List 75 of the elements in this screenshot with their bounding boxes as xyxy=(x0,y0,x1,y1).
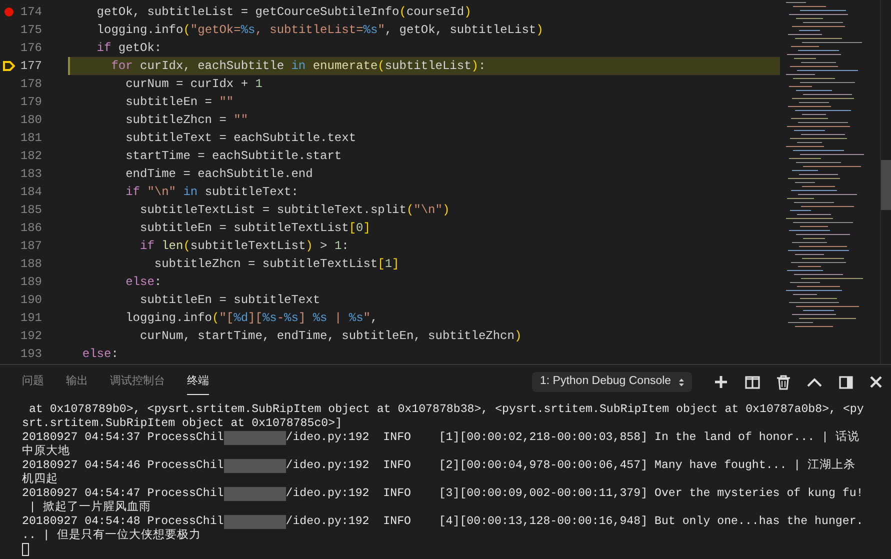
debug-pointer-icon xyxy=(3,61,15,71)
code-line: startTime = eachSubtitle.start xyxy=(126,148,342,164)
code-line: else: xyxy=(82,346,118,362)
log-line: 20180927 04:54:48 ProcessChil xyxy=(22,515,224,528)
terminal-output: .. | 但是只有一位大侠想要极力 xyxy=(22,529,201,543)
code-line: curNum = curIdx + 1 xyxy=(126,76,262,92)
redacted-block xyxy=(224,487,286,501)
line-number: 187 xyxy=(19,238,42,254)
line-number: 175 xyxy=(19,22,42,38)
code-line: subtitleTextList = subtitleText.split("\n") xyxy=(140,202,450,218)
terminal-output: srt.srtitem.SubRipItem object at 0x1078785c0>] xyxy=(22,417,342,431)
log-line: 20180927 04:54:37 ProcessChil xyxy=(22,431,224,444)
code-line: if len(subtitleTextList) > 1: xyxy=(140,238,349,254)
log-line: /ideo.py:192 INFO [2][00:00:04,978-00:00:06,457] Many have fought... | 江湖上杀 xyxy=(286,459,856,473)
close-icon[interactable] xyxy=(870,376,882,388)
line-number: 192 xyxy=(19,328,42,344)
line-number: 183 xyxy=(19,166,42,182)
line-number: 186 xyxy=(19,220,42,236)
terminal-output: 机四起 xyxy=(22,473,58,487)
line-number: 181 xyxy=(19,130,42,146)
code-line: curNum, startTime, endTime, subtitleEn, subtitleZhcn) xyxy=(140,328,522,344)
line-number: 176 xyxy=(19,40,42,56)
redacted-block xyxy=(224,459,286,473)
trash-icon[interactable] xyxy=(777,374,790,390)
terminal-output: | 掀起了一片腥风血雨 xyxy=(28,501,151,515)
code-line: getOk, subtitleList = getCourceSubtileInfo(courseId) xyxy=(96,4,472,20)
updown-caret-icon xyxy=(679,376,684,388)
code-line: logging.info("[%d][%s-%s] %s | %s", xyxy=(126,310,378,326)
line-number: 182 xyxy=(19,148,42,164)
chevron-up-icon[interactable] xyxy=(807,378,822,386)
code-line: else: xyxy=(126,274,162,290)
log-line: /ideo.py:192 INFO [3][00:00:09,002-00:00:11,379] Over the mysteries of kung fu! xyxy=(286,487,864,501)
log-line: 20180927 04:54:47 ProcessChil xyxy=(22,487,224,500)
terminal-output: at 0x1078789b0>, <pysrt.srtitem.SubRipItem object at 0x107878b38>, <pysrt.srtitem.SubRipItem object at 0x10787a0b8>, <py xyxy=(28,403,864,417)
code-line: subtitleEn = subtitleText xyxy=(140,292,320,308)
code-line: logging.info("getOk=%s, subtitleList=%s", getOk, subtitleList) xyxy=(96,22,544,38)
line-number: 191 xyxy=(19,310,42,326)
panel-tab[interactable]: 输出 xyxy=(66,369,88,395)
line-number: 174 xyxy=(19,4,42,20)
code-line: subtitleZhcn = subtitleTextList[1] xyxy=(154,256,400,272)
plus-icon[interactable] xyxy=(714,375,728,389)
line-number: 193 xyxy=(19,346,42,362)
log-line: /ideo.py:192 INFO [1][00:00:02,218-00:00:03,858] In the land of honor... | 话说 xyxy=(286,431,860,445)
line-number: 184 xyxy=(19,184,42,200)
code-line: subtitleText = eachSubtitle.text xyxy=(126,130,356,146)
line-number: 180 xyxy=(19,112,42,128)
panel-layout-icon[interactable] xyxy=(839,376,853,388)
scrollbar[interactable] xyxy=(880,0,891,364)
line-number: 178 xyxy=(19,76,42,92)
scrollbar-thumb[interactable] xyxy=(881,160,891,210)
breakpoint-icon[interactable] xyxy=(4,7,14,17)
line-number: 190 xyxy=(19,292,42,308)
panel-tab[interactable]: 终端 xyxy=(187,369,209,395)
line-number: 189 xyxy=(19,274,42,290)
terminal-select[interactable]: 1: Python Debug Console xyxy=(532,372,692,392)
split-icon[interactable] xyxy=(745,376,760,388)
terminal-output: 中原大地 xyxy=(22,445,70,459)
code-line: endTime = eachSubtitle.end xyxy=(126,166,313,182)
log-line: /ideo.py:192 INFO [4][00:00:13,128-00:00:16,948] But only one...has the hunger. xyxy=(286,515,864,529)
redacted-block xyxy=(224,431,286,445)
code-line: subtitleEn = subtitleTextList[0] xyxy=(140,220,370,236)
line-number: 185 xyxy=(19,202,42,218)
terminal-cursor xyxy=(22,543,29,556)
code-line: for curIdx, eachSubtitle in enumerate(subtitleList): xyxy=(111,58,486,74)
redacted-block xyxy=(224,515,286,529)
line-number: 188 xyxy=(19,256,42,272)
panel-tab[interactable]: 问题 xyxy=(22,369,44,395)
line-number: 177 xyxy=(19,58,42,74)
code-line: if getOk: xyxy=(96,40,162,56)
code-line: subtitleEn = "" xyxy=(126,94,234,110)
log-line: 20180927 04:54:46 ProcessChil xyxy=(22,459,224,472)
code-line: subtitleZhcn = "" xyxy=(126,112,248,128)
code-line: if "\n" in subtitleText: xyxy=(126,184,298,200)
panel-tab[interactable]: 调试控制台 xyxy=(110,369,165,395)
line-number: 179 xyxy=(19,94,42,110)
